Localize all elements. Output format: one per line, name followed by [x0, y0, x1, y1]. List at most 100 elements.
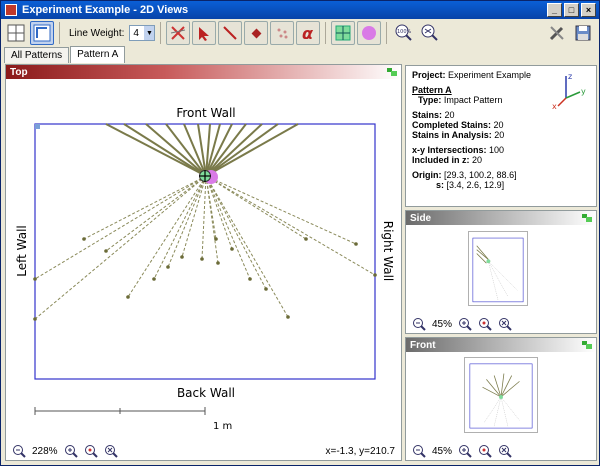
svg-text:100%: 100% — [397, 29, 412, 35]
analysis-count: 20 — [494, 130, 505, 140]
zoom-100-icon[interactable] — [478, 444, 492, 458]
grid-layout-button[interactable] — [4, 21, 28, 45]
arrow-cursor-icon — [199, 27, 210, 41]
right-wall-label: Right Wall — [381, 221, 395, 282]
top-view-title: Top — [10, 66, 28, 78]
zoom-fit-icon — [421, 24, 439, 41]
title-bar: Experiment Example - 2D Views _ □ × — [1, 1, 599, 19]
expand-icon[interactable] — [582, 214, 592, 222]
side-zoom-level: 45% — [432, 318, 453, 330]
zoom-out-icon[interactable] — [412, 317, 426, 331]
xy-intersections: 100 — [489, 145, 505, 155]
zoom-fit-icon[interactable] — [104, 444, 118, 458]
origin-crosshair-icon — [335, 25, 351, 41]
pattern-name: Pattern A — [412, 85, 452, 95]
front-view-pane: Front 45% — [405, 337, 597, 461]
save-button[interactable] — [571, 21, 595, 45]
tab-pattern-a[interactable]: Pattern A — [70, 46, 126, 63]
zoom-in-icon[interactable] — [64, 444, 78, 458]
single-view-button[interactable] — [30, 21, 54, 45]
stain-icon — [251, 28, 262, 39]
svg-text:y: y — [581, 87, 586, 96]
sphere-button[interactable] — [357, 21, 382, 45]
front-wall-label: Front Wall — [176, 106, 235, 120]
top-zoom-bar: 228% — [12, 444, 118, 458]
alpha-icon: α — [302, 24, 314, 42]
zoom-fit-icon[interactable] — [498, 444, 512, 458]
expand-icon[interactable] — [582, 341, 592, 349]
room-outline — [34, 123, 376, 380]
pattern-info-panel: Project: Experiment Example Pattern A Ty… — [405, 65, 597, 207]
zoom-100-button[interactable]: 100% — [392, 21, 416, 45]
completed-count: 20 — [493, 120, 504, 130]
svg-text:α: α — [302, 24, 314, 42]
side-view-thumbnail[interactable] — [468, 231, 528, 306]
zoom-100-icon: 100% — [395, 24, 413, 41]
left-wall-label: Left Wall — [15, 225, 29, 277]
top-view-canvas[interactable]: Front Wall Back Wall Left Wall Right Wal… — [6, 79, 401, 439]
front-zoom-level: 45% — [432, 445, 453, 457]
front-view-title: Front — [410, 339, 436, 351]
axes-gizmo: z y x — [552, 72, 586, 110]
room-corner-handle[interactable] — [35, 124, 40, 129]
front-view-thumbnail[interactable] — [464, 357, 538, 433]
intersections-icon — [277, 28, 288, 39]
scale-label: 1 m — [213, 421, 232, 432]
direction-line-button[interactable] — [218, 21, 243, 45]
direction-line-icon — [223, 26, 238, 40]
top-view-pane: Top Front Wall Back Wall Left Wall Right… — [5, 64, 402, 461]
project-name: Experiment Example — [448, 70, 532, 80]
pattern-type: Impact Pattern — [443, 95, 503, 105]
hide-strings-button[interactable] — [166, 21, 191, 45]
tools-icon — [549, 26, 564, 41]
front-view-header: Front — [406, 338, 596, 352]
zoom-fit-button[interactable] — [418, 21, 442, 45]
chevron-down-icon: ▼ — [144, 26, 155, 40]
side-zoom-bar: 45% — [412, 317, 512, 331]
cursor-coordinates: x=-1.3, y=210.7 — [325, 446, 396, 457]
zoom-in-icon[interactable] — [458, 444, 472, 458]
zoom-out-icon[interactable] — [412, 444, 426, 458]
intersections-button[interactable] — [270, 21, 295, 45]
tools-button[interactable] — [545, 21, 569, 45]
line-weight-select[interactable]: 4 ▼ — [129, 25, 156, 41]
maximize-button[interactable]: □ — [564, 3, 579, 17]
tab-all-patterns[interactable]: All Patterns — [4, 47, 70, 63]
top-zoom-level: 228% — [32, 445, 58, 457]
zoom-100-icon[interactable] — [84, 444, 98, 458]
line-weight-label: Line Weight: — [69, 27, 125, 39]
origin-button[interactable] — [331, 21, 356, 45]
window-title: Experiment Example - 2D Views — [22, 4, 189, 16]
tab-strip: All Patterns Pattern A — [4, 46, 126, 63]
scale-bar — [34, 407, 206, 415]
select-arrow-button[interactable] — [192, 21, 217, 45]
alpha-button[interactable]: α — [296, 21, 321, 45]
stain-button[interactable] — [244, 21, 269, 45]
strings-crossed-icon — [171, 26, 186, 40]
expand-icon[interactable] — [387, 68, 397, 76]
toolbar: Line Weight: 4 ▼ α 100% — [1, 19, 599, 47]
front-zoom-bar: 45% — [412, 444, 512, 458]
zoom-fit-icon[interactable] — [498, 317, 512, 331]
svg-text:x: x — [552, 102, 557, 110]
top-view-header: Top — [6, 65, 401, 79]
app-icon — [5, 4, 17, 16]
minimize-button[interactable]: _ — [547, 3, 562, 17]
stain-count: 20 — [444, 110, 455, 120]
back-wall-label: Back Wall — [177, 386, 235, 400]
app-window: Experiment Example - 2D Views _ □ × Line… — [0, 0, 600, 466]
sphere-icon — [362, 26, 377, 40]
origin-value: [29.3, 100.2, 88.6] — [444, 170, 517, 180]
close-button[interactable]: × — [581, 3, 596, 17]
svg-text:z: z — [568, 72, 572, 81]
grid-icon — [7, 24, 25, 42]
zoom-in-icon[interactable] — [458, 317, 472, 331]
single-view-icon — [33, 24, 51, 42]
zoom-100-icon[interactable] — [478, 317, 492, 331]
zoom-out-icon[interactable] — [12, 444, 26, 458]
side-view-pane: Side 45% — [405, 210, 597, 334]
s-value: [3.4, 2.6, 12.9] — [446, 180, 505, 190]
save-icon — [575, 25, 591, 41]
included-z: 20 — [472, 155, 483, 165]
side-view-title: Side — [410, 212, 432, 224]
